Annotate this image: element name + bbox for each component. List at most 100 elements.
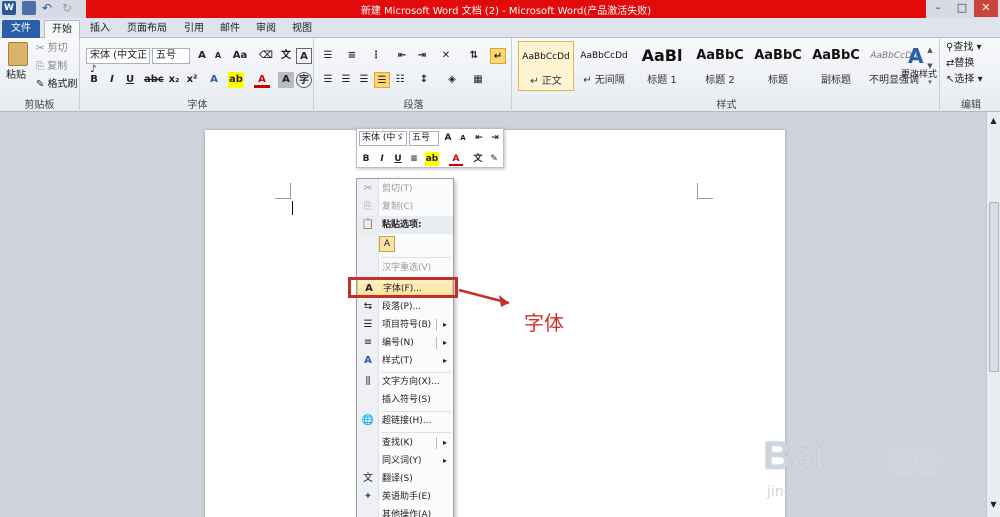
text-effects-icon[interactable]: A — [206, 72, 222, 88]
font-color-icon[interactable]: A — [254, 72, 270, 88]
mini-decrease-indent-icon[interactable]: ⇤ — [472, 131, 486, 145]
subscript-icon[interactable]: x₂ — [166, 72, 182, 88]
mini-highlight-icon[interactable]: ab — [425, 152, 439, 166]
mini-italic-icon[interactable]: I — [375, 152, 389, 166]
save-icon[interactable] — [22, 1, 36, 15]
mini-grow-font-icon[interactable]: A — [441, 131, 455, 145]
menu-item-reconvert[interactable]: 汉字重选(V) — [357, 259, 453, 277]
tab-home[interactable]: 开始 — [44, 20, 80, 38]
paste-keep-text-icon[interactable]: A — [379, 236, 395, 252]
menu-item-numbering[interactable]: ≡ 编号(N) ▸ — [357, 334, 453, 352]
character-shading-icon[interactable]: A — [278, 72, 294, 88]
mini-bold-icon[interactable]: B — [359, 152, 373, 166]
tab-insert[interactable]: 插入 — [84, 20, 116, 38]
phonetic-guide-icon[interactable]: 文 — [278, 48, 294, 64]
increase-indent-icon[interactable]: ⇥ — [414, 48, 430, 64]
paste-icon[interactable] — [8, 42, 28, 66]
undo-icon[interactable]: ↶ — [42, 1, 56, 15]
superscript-icon[interactable]: x² — [184, 72, 200, 88]
font-name-combo[interactable]: 宋体 (中文正♪ — [86, 48, 150, 75]
style-heading-1[interactable]: AaBl 标题 1 — [634, 41, 690, 91]
style-normal[interactable]: AaBbCcDd ↵ 正文 — [518, 41, 574, 91]
align-left-icon[interactable]: ☰ — [320, 72, 336, 88]
scroll-up-icon[interactable]: ▲ — [987, 116, 1000, 125]
close-button[interactable]: ✕ — [974, 0, 998, 17]
mini-phonetic-icon[interactable]: 文 — [471, 152, 485, 166]
shrink-font-icon[interactable]: A — [210, 48, 226, 64]
menu-item-paragraph[interactable]: ⇆ 段落(P)... — [357, 298, 453, 316]
mini-shrink-font-icon[interactable]: A — [456, 131, 470, 145]
numbering-icon[interactable]: ≡ — [344, 48, 360, 64]
menu-item-cut[interactable]: ✂ 剪切(T) — [357, 180, 453, 198]
line-spacing-icon[interactable]: ↕ — [416, 72, 432, 88]
paste-button[interactable]: 粘贴 — [6, 69, 26, 83]
format-painter-button[interactable]: ✎ 格式刷 — [36, 78, 78, 92]
menu-item-copy[interactable]: ⎘ 复制(C) — [357, 198, 453, 216]
tab-view[interactable]: 视图 — [286, 20, 318, 38]
minimize-button[interactable]: – — [926, 0, 950, 17]
menu-item-synonyms[interactable]: 同义词(Y) ▸ — [357, 452, 453, 470]
menu-item-more-actions[interactable]: 其他操作(A) — [357, 506, 453, 517]
document-page[interactable] — [205, 130, 785, 517]
borders-icon[interactable]: ▦ — [470, 72, 486, 88]
vertical-scrollbar[interactable]: ▲ ▼ — [986, 112, 1000, 517]
distributed-icon[interactable]: ☷ — [392, 72, 408, 88]
redo-icon[interactable]: ↻ — [62, 1, 76, 15]
maximize-button[interactable]: □ — [950, 0, 974, 17]
mini-format-painter-icon[interactable]: ✎ — [487, 152, 501, 166]
underline-icon[interactable]: U — [122, 72, 138, 88]
mini-font-size-combo[interactable]: 五号 — [409, 131, 439, 146]
enclose-characters-icon[interactable]: 字 — [296, 72, 312, 88]
scrollbar-thumb[interactable] — [989, 202, 999, 372]
replace-button[interactable]: ⇄替换 — [946, 57, 974, 71]
menu-item-translate[interactable]: 文 翻译(S) — [357, 470, 453, 488]
multilevel-list-icon[interactable]: ⋮ — [368, 48, 384, 64]
show-marks-icon[interactable]: ↵ — [490, 48, 506, 64]
shading-icon[interactable]: ◈ — [444, 72, 460, 88]
change-case-icon[interactable]: Aa — [232, 48, 248, 64]
menu-item-text-direction[interactable]: ⫼ 文字方向(X)... — [357, 373, 453, 391]
mini-font-name-combo[interactable]: 宋体 (中ゞ — [359, 131, 407, 146]
menu-item-english-assistant[interactable]: ✦ 英语助手(E) — [357, 488, 453, 506]
change-styles-button[interactable]: 更改样式 — [901, 68, 937, 82]
change-styles-icon[interactable]: A — [908, 44, 923, 68]
style-title[interactable]: AaBbC 标题 — [750, 41, 806, 91]
italic-icon[interactable]: I — [104, 72, 120, 88]
strikethrough-icon[interactable]: abc — [144, 72, 164, 88]
menu-item-bullets[interactable]: ☰ 项目符号(B) ▸ — [357, 316, 453, 334]
mini-underline-icon[interactable]: U — [391, 152, 405, 166]
mini-increase-indent-icon[interactable]: ⇥ — [488, 131, 502, 145]
character-border-icon[interactable]: A — [296, 48, 312, 64]
style-no-spacing[interactable]: AaBbCcDd ↵ 无间隔 — [576, 41, 632, 91]
sort-icon[interactable]: ⇅ — [466, 48, 482, 64]
tab-file[interactable]: 文件 — [2, 20, 40, 38]
mini-font-color-icon[interactable]: A — [449, 152, 463, 166]
copy-button[interactable]: ⎘ 复制 — [36, 60, 67, 74]
mini-center-icon[interactable]: ≡ — [407, 152, 421, 166]
find-button[interactable]: ⚲查找 ▾ — [946, 41, 982, 55]
menu-item-lookup[interactable]: 查找(K) ▸ — [357, 434, 453, 452]
menu-item-hyperlink[interactable]: 🌐 超链接(H)... — [357, 412, 453, 430]
grow-font-icon[interactable]: A — [194, 48, 210, 64]
align-center-icon[interactable]: ☰ — [338, 72, 354, 88]
font-size-combo[interactable]: 五号 — [152, 48, 190, 64]
menu-item-styles[interactable]: A 样式(T) ▸ — [357, 352, 453, 370]
style-subtitle[interactable]: AaBbC 副标题 — [808, 41, 864, 91]
align-right-icon[interactable]: ☰ — [356, 72, 372, 88]
decrease-indent-icon[interactable]: ⇤ — [394, 48, 410, 64]
style-heading-2[interactable]: AaBbC 标题 2 — [692, 41, 748, 91]
bold-icon[interactable]: B — [86, 72, 102, 88]
justify-icon[interactable]: ☰ — [374, 72, 390, 88]
clear-format-icon[interactable]: ⌫ — [258, 48, 274, 64]
select-button[interactable]: ↖选择 ▾ — [946, 73, 983, 87]
tab-page-layout[interactable]: 页面布局 — [120, 20, 174, 38]
bullets-icon[interactable]: ☰ — [320, 48, 336, 64]
tab-references[interactable]: 引用 — [178, 20, 210, 38]
cut-button[interactable]: ✂ 剪切 — [36, 42, 68, 56]
tab-mailings[interactable]: 邮件 — [214, 20, 246, 38]
highlight-icon[interactable]: ab — [228, 72, 244, 88]
scroll-down-icon[interactable]: ▼ — [987, 500, 1000, 509]
menu-item-insert-symbol[interactable]: 插入符号(S) — [357, 391, 453, 409]
tab-review[interactable]: 审阅 — [250, 20, 282, 38]
chinese-layout-icon[interactable]: ✕ — [438, 48, 454, 64]
